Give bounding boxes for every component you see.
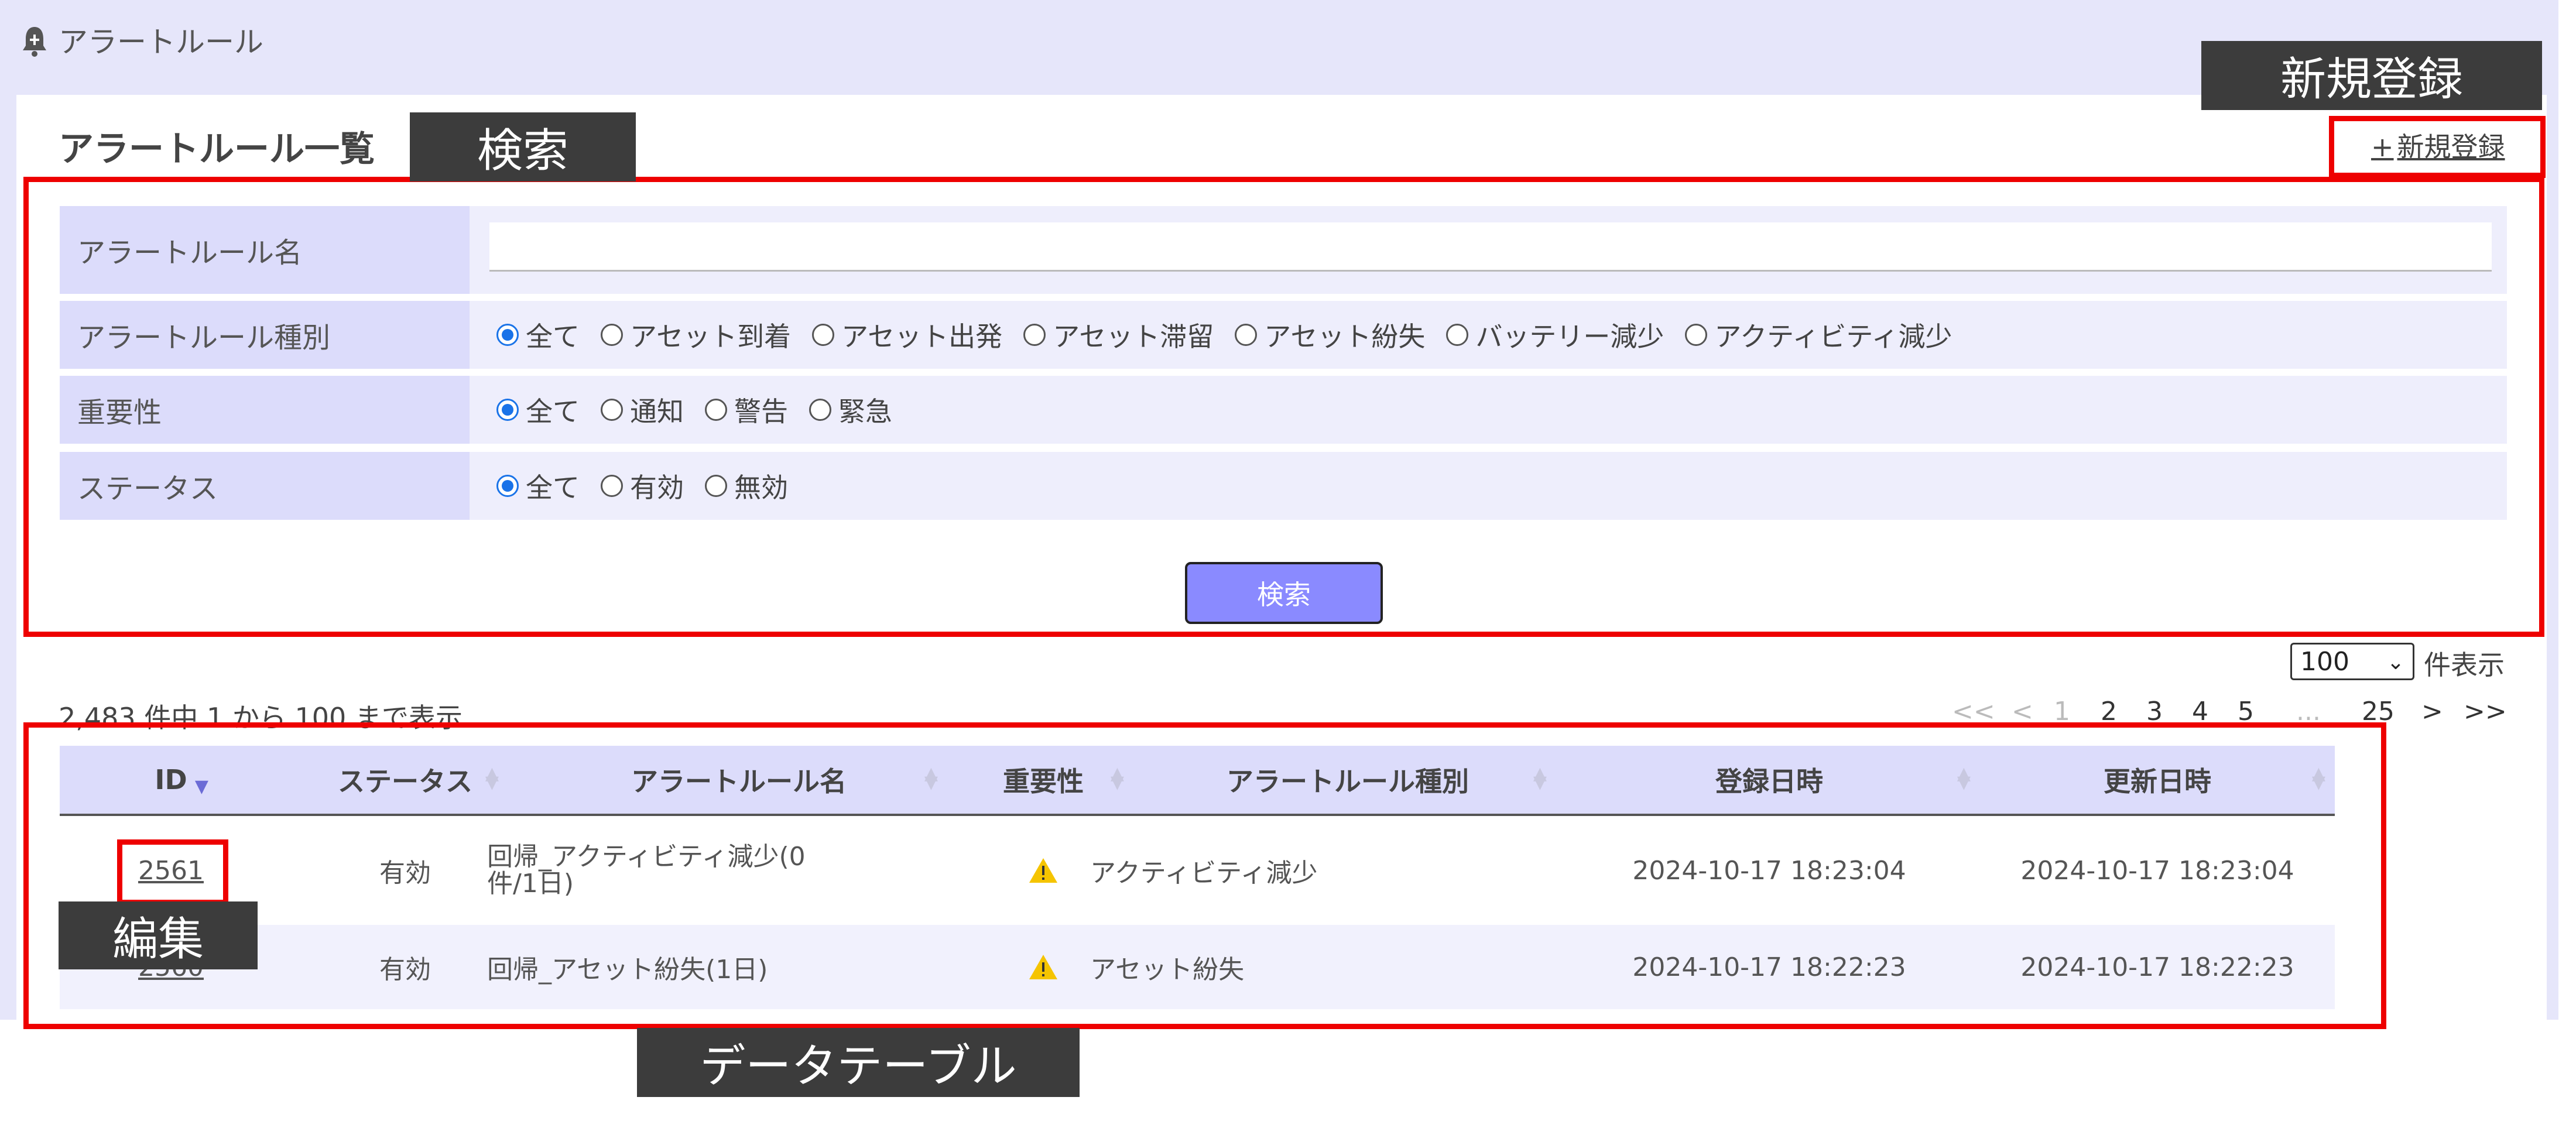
annotation-box-search [23,177,2544,637]
pager-last[interactable]: >> [2464,697,2507,726]
page-title: アラートルール一覧 [59,129,375,170]
right-margin [2547,95,2558,1020]
annotation-tag-new-register: 新規登録 [2201,41,2542,110]
annotation-box-new-register [2329,116,2546,178]
top-bar: アラートルール [0,0,2558,95]
per-page-value: 100 [2300,646,2349,677]
annotation-box-edit [117,839,228,905]
breadcrumb: アラートルール [59,25,263,59]
pager-next[interactable]: > [2421,697,2443,726]
annotation-tag-data-table: データテーブル [637,1028,1080,1097]
bell-alert-icon [23,27,46,57]
left-margin [0,95,16,1020]
annotation-tag-edit: 編集 [59,901,258,969]
annotation-box-data-table [23,722,2386,1029]
annotation-tag-search: 検索 [410,112,636,181]
per-page-label: 件表示 [2424,649,2505,681]
per-page-select[interactable]: 100 ⌄ [2290,643,2414,680]
chevron-down-icon: ⌄ [2386,650,2404,674]
